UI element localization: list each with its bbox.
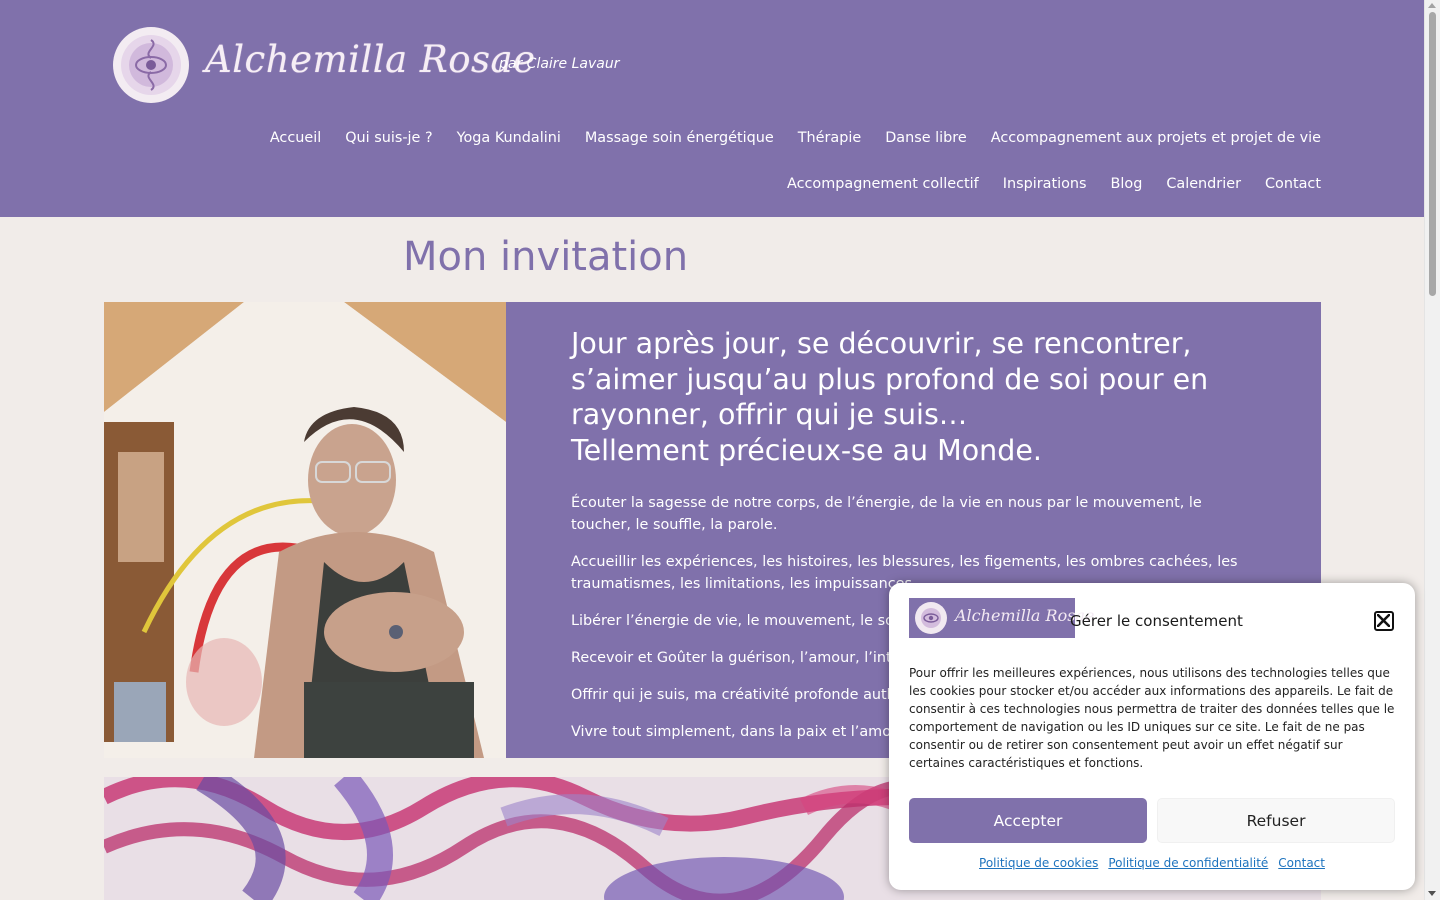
hero-heading-line: s’aimer jusqu’au plus profond de soi pou… [571, 362, 1209, 396]
scroll-down-arrow-icon[interactable] [1428, 891, 1436, 896]
brand-logo-icon [915, 602, 947, 634]
hero-heading-line: Jour après jour, se découvrir, se rencon… [571, 327, 1192, 360]
privacy-policy-link[interactable]: Politique de confidentialité [1108, 856, 1268, 870]
close-icon[interactable] [1374, 611, 1394, 631]
cookie-links: Politique de cookies Politique de confid… [889, 856, 1415, 870]
brand-logo-icon[interactable] [112, 26, 190, 104]
scroll-up-arrow-icon[interactable] [1428, 3, 1436, 8]
page-title: Mon invitation [403, 234, 689, 280]
main-nav-row-1: Accueil Qui suis-je ? Yoga Kundalini Mas… [270, 130, 1321, 146]
cookie-description: Pour offrir les meilleures expériences, … [909, 666, 1395, 770]
site-header: Alchemilla Rosae par Claire Lavaur Accue… [0, 0, 1425, 217]
nav-item-accompagnement-collectif[interactable]: Accompagnement collectif [787, 176, 979, 192]
scroll-thumb[interactable] [1429, 12, 1436, 296]
nav-item-inspirations[interactable]: Inspirations [1003, 176, 1087, 192]
refuse-button[interactable]: Refuser [1157, 798, 1395, 843]
main-nav-row-2: Accompagnement collectif Inspirations Bl… [787, 176, 1321, 192]
nav-item-contact[interactable]: Contact [1265, 176, 1321, 192]
contact-link[interactable]: Contact [1278, 856, 1325, 870]
nav-item-yoga-kundalini[interactable]: Yoga Kundalini [457, 130, 561, 146]
nav-item-calendrier[interactable]: Calendrier [1166, 176, 1241, 192]
nav-item-accompagnement-projets[interactable]: Accompagnement aux projets et projet de … [991, 130, 1321, 146]
portrait-photo [104, 302, 506, 758]
nav-item-massage[interactable]: Massage soin énergétique [585, 130, 774, 146]
cookie-logo: Alchemilla Rosae [909, 598, 1094, 638]
vertical-scrollbar[interactable] [1424, 0, 1440, 900]
hero-heading: Jour après jour, se découvrir, se rencon… [571, 326, 1251, 468]
nav-item-danse-libre[interactable]: Danse libre [885, 130, 967, 146]
brand-tagline: par Claire Lavaur [499, 56, 620, 72]
nav-item-accueil[interactable]: Accueil [270, 130, 321, 146]
hero-heading-line: rayonner, offrir qui je suis… [571, 398, 968, 431]
hero-heading-line: Tellement précieux-se au Monde. [571, 433, 1042, 467]
nav-item-blog[interactable]: Blog [1111, 176, 1143, 192]
accept-button[interactable]: Accepter [909, 798, 1147, 843]
cookie-policy-link[interactable]: Politique de cookies [979, 856, 1098, 870]
nav-item-qui-suis-je[interactable]: Qui suis-je ? [345, 130, 432, 146]
cookie-consent-modal: Alchemilla Rosae Gérer le consentement P… [889, 583, 1415, 890]
hero-paragraph: Écouter la sagesse de notre corps, de l’… [571, 495, 1202, 533]
brand-name[interactable]: Alchemilla Rosae [205, 38, 536, 81]
nav-item-therapie[interactable]: Thérapie [798, 130, 862, 146]
cookie-title: Gérer le consentement [1070, 612, 1243, 630]
